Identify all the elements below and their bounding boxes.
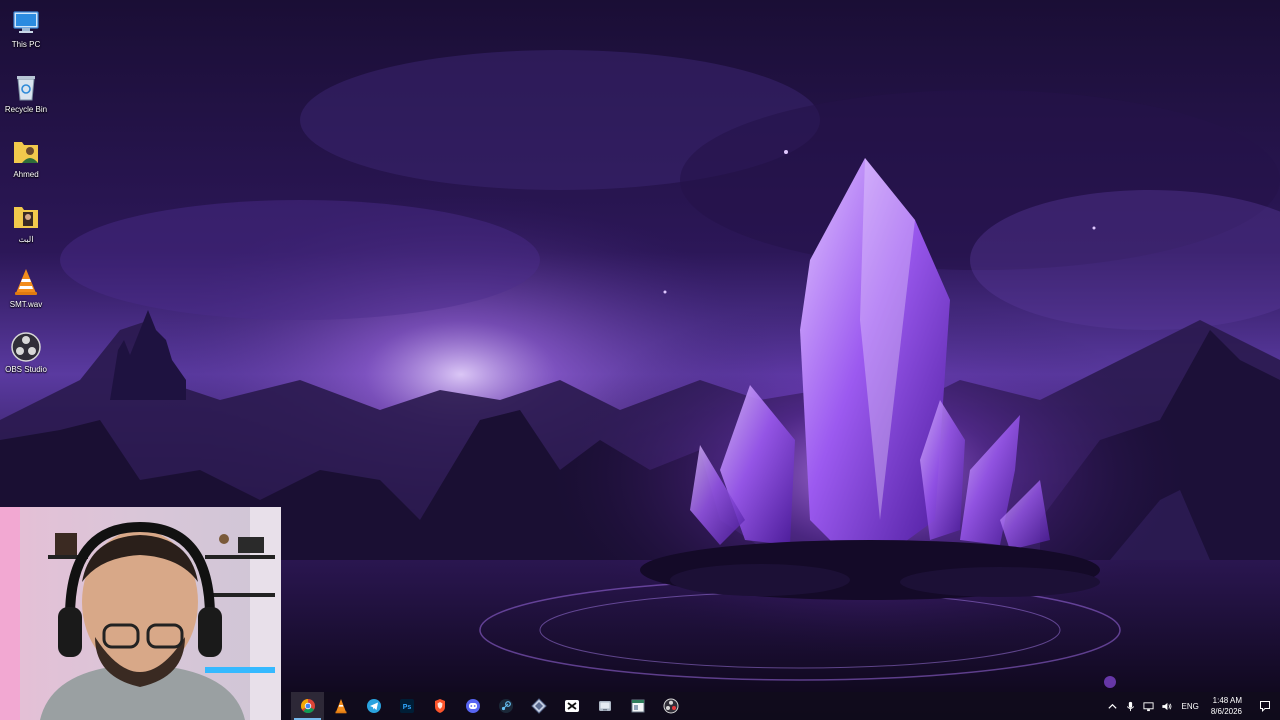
desktop-icon-obs-studio[interactable]: OBS Studio — [0, 329, 52, 394]
taskbar-app-steam[interactable] — [489, 692, 522, 720]
recycle-bin-icon — [17, 76, 35, 101]
diamond-app-icon — [530, 698, 547, 714]
desktop-icon-label: SMT.wav — [9, 300, 43, 309]
capcut-icon — [564, 700, 579, 712]
chrome-icon — [300, 699, 315, 714]
network-icon — [1143, 701, 1154, 711]
show-hidden-icons-button[interactable] — [1105, 698, 1121, 714]
chevron-up-icon — [1108, 703, 1117, 709]
taskbar-app-telegram[interactable] — [357, 692, 390, 720]
obs-icon — [11, 332, 41, 362]
photoshop-icon: Ps — [399, 699, 414, 713]
volume-tray-button[interactable] — [1159, 698, 1175, 714]
desktop-icon-label: البث — [18, 235, 34, 244]
folder-icon — [14, 207, 38, 228]
microphone-tray-button[interactable] — [1123, 698, 1139, 714]
speaker-icon — [1162, 702, 1172, 710]
system-tray: ENG 1:48 AM 8/6/2026 — [1104, 692, 1280, 720]
telegram-icon — [366, 699, 381, 713]
computer-icon — [13, 11, 39, 33]
taskbar-app-window[interactable] — [621, 692, 654, 720]
desktop-icon-smt-wav[interactable]: SMT.wav — [0, 264, 52, 329]
window-app-icon — [631, 699, 644, 713]
microphone-icon — [1126, 701, 1135, 711]
taskbar-app-obs[interactable] — [654, 692, 687, 720]
taskbar-app-chrome[interactable] — [291, 692, 324, 720]
taskbar: Ps ENG 1:48 AM 8/6/2026 — [281, 692, 1280, 720]
action-center-button[interactable] — [1250, 692, 1280, 720]
tablet-app-icon — [598, 701, 611, 711]
webcam-overlay — [0, 507, 281, 720]
taskbar-app-diamond[interactable] — [522, 692, 555, 720]
taskbar-apps: Ps — [291, 692, 687, 720]
svg-text:Ps: Ps — [402, 704, 411, 711]
desktop-icon-recycle-bin[interactable]: Recycle Bin — [0, 69, 52, 134]
taskbar-app-photoshop[interactable]: Ps — [390, 692, 423, 720]
vlc-media-icon — [15, 269, 37, 295]
taskbar-app-discord[interactable] — [456, 692, 489, 720]
desktop-icon-ahmed[interactable]: Ahmed — [0, 134, 52, 199]
desktop: This PC Recycle Bin Ahmed البث SMT.wav O… — [0, 0, 1280, 720]
network-tray-button[interactable] — [1141, 698, 1157, 714]
notification-icon — [1260, 701, 1270, 712]
clock-date: 8/6/2026 — [1210, 707, 1242, 716]
obs-icon — [663, 698, 678, 714]
input-language-button[interactable]: ENG — [1182, 702, 1199, 711]
taskbar-clock[interactable]: 1:48 AM 8/6/2026 — [1211, 695, 1242, 717]
steam-icon — [498, 699, 513, 713]
desktop-icon-label: This PC — [11, 40, 41, 49]
taskbar-app-capcut[interactable] — [555, 692, 588, 720]
discord-icon — [465, 699, 480, 713]
desktop-icon-label: Recycle Bin — [4, 105, 48, 114]
desktop-icons: This PC Recycle Bin Ahmed البث SMT.wav O… — [0, 4, 52, 394]
desktop-icon-label: Ahmed — [13, 170, 39, 179]
vlc-icon — [335, 699, 346, 714]
desktop-icon-label: OBS Studio — [5, 365, 47, 374]
user-folder-icon — [14, 142, 38, 163]
taskbar-app-brave[interactable] — [423, 692, 456, 720]
brave-icon — [434, 699, 445, 713]
desktop-icon-this-pc[interactable]: This PC — [0, 4, 52, 69]
desktop-icon-broadcast[interactable]: البث — [0, 199, 52, 264]
taskbar-app-vlc[interactable] — [324, 692, 357, 720]
clock-time: 1:48 AM — [1212, 696, 1242, 705]
taskbar-app-tablet[interactable] — [588, 692, 621, 720]
